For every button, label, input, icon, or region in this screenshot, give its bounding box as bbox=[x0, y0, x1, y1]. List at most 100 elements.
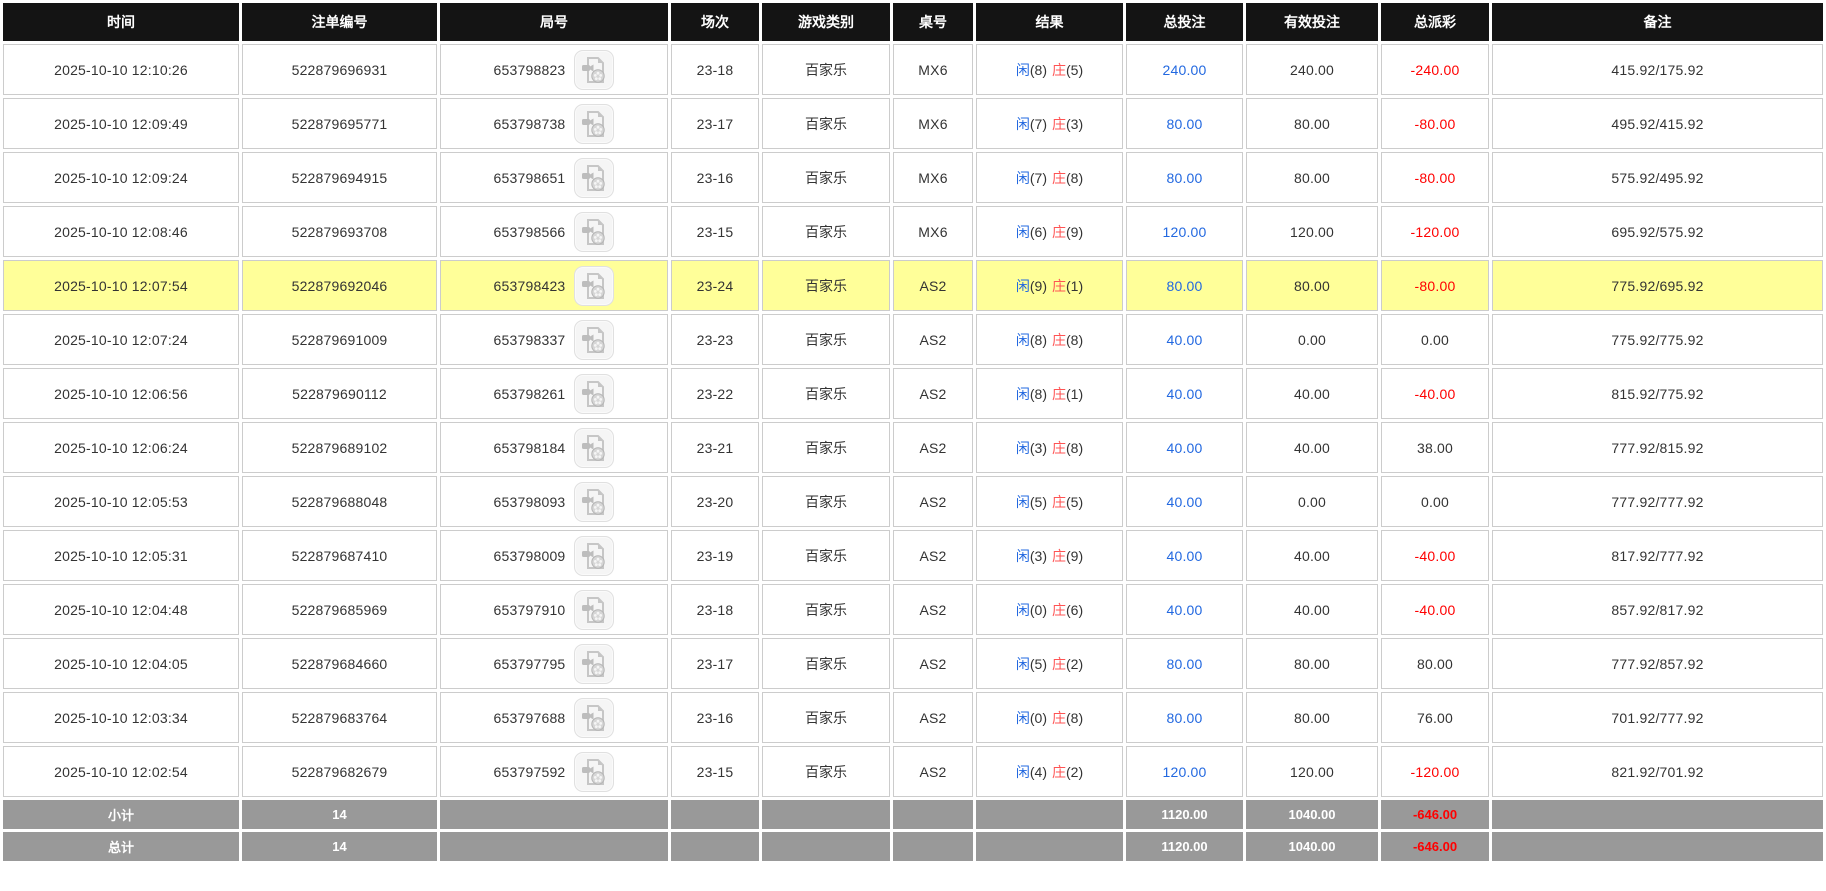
payout-cell: 0.00 bbox=[1381, 314, 1489, 365]
player-score: (0) bbox=[1029, 709, 1047, 726]
player-label: 闲 bbox=[1015, 385, 1030, 402]
video-button[interactable] bbox=[574, 373, 615, 414]
bet-time-cell: 2025-10-10 12:08:46 bbox=[3, 206, 239, 257]
banker-label: 庄 bbox=[1052, 763, 1066, 780]
remark-cell: 415.92/175.92 bbox=[1492, 44, 1823, 95]
valid-bet-cell: 240.00 bbox=[1246, 44, 1378, 95]
table-id-cell: MX6 bbox=[893, 44, 973, 95]
game-type-cell: 百家乐 bbox=[762, 368, 890, 419]
table-id-cell: AS2 bbox=[893, 692, 973, 743]
table-row[interactable]: 2025-10-10 12:06:56 522879690112 6537982… bbox=[3, 368, 1823, 419]
remark-cell: 575.92/495.92 bbox=[1492, 152, 1823, 203]
player-score: (5) bbox=[1029, 493, 1047, 510]
round-id-cell: 653798738 bbox=[440, 98, 668, 149]
table-row[interactable]: 2025-10-10 12:05:31 522879687410 6537980… bbox=[3, 530, 1823, 581]
table-row[interactable]: 2025-10-10 12:08:46 522879693708 6537985… bbox=[3, 206, 1823, 257]
col-header-session: 场次 bbox=[671, 3, 759, 41]
banker-score: (2) bbox=[1066, 763, 1084, 780]
player-label: 闲 bbox=[1015, 439, 1030, 456]
bet-id-cell: 522879693708 bbox=[242, 206, 437, 257]
table-row[interactable]: 2025-10-10 12:02:54 522879682679 6537975… bbox=[3, 746, 1823, 797]
round-id-cell: 653797910 bbox=[440, 584, 668, 635]
valid-bet-cell: 80.00 bbox=[1246, 260, 1378, 311]
result-cell: 闲(4) 庄(2) bbox=[976, 746, 1123, 797]
video-button[interactable] bbox=[574, 211, 615, 252]
payout-cell: 38.00 bbox=[1381, 422, 1489, 473]
banker-score: (8) bbox=[1066, 331, 1084, 348]
video-button[interactable] bbox=[574, 643, 615, 684]
bet-id-cell: 522879688048 bbox=[242, 476, 437, 527]
session-cell: 23-15 bbox=[671, 746, 759, 797]
table-row[interactable]: 2025-10-10 12:07:54 522879692046 6537984… bbox=[3, 260, 1823, 311]
session-cell: 23-22 bbox=[671, 368, 759, 419]
round-id: 653798261 bbox=[493, 385, 566, 402]
bet-time-cell: 2025-10-10 12:07:54 bbox=[3, 260, 239, 311]
header-row: 时间 注单编号 局号 场次 游戏类别 桌号 结果 总投注 有效投注 总派彩 备注 bbox=[3, 3, 1823, 41]
result-cell: 闲(0) 庄(6) bbox=[976, 584, 1123, 635]
total-bet-cell: 40.00 bbox=[1126, 530, 1243, 581]
player-label: 闲 bbox=[1015, 709, 1030, 726]
player-score: (8) bbox=[1029, 385, 1047, 402]
banker-score: (9) bbox=[1066, 547, 1084, 564]
table-row[interactable]: 2025-10-10 12:09:24 522879694915 6537986… bbox=[3, 152, 1823, 203]
table-row[interactable]: 2025-10-10 12:03:34 522879683764 6537976… bbox=[3, 692, 1823, 743]
video-record-icon bbox=[582, 758, 606, 785]
table-row[interactable]: 2025-10-10 12:06:24 522879689102 6537981… bbox=[3, 422, 1823, 473]
round-id: 653797910 bbox=[493, 601, 566, 618]
valid-bet-cell: 40.00 bbox=[1246, 422, 1378, 473]
game-type-cell: 百家乐 bbox=[762, 638, 890, 689]
valid-bet-cell: 120.00 bbox=[1246, 206, 1378, 257]
video-button[interactable] bbox=[574, 427, 615, 468]
table-row[interactable]: 2025-10-10 12:05:53 522879688048 6537980… bbox=[3, 476, 1823, 527]
round-id: 653797688 bbox=[493, 709, 566, 726]
total-bet-cell: 80.00 bbox=[1126, 638, 1243, 689]
total-bet-cell: 80.00 bbox=[1126, 98, 1243, 149]
player-label: 闲 bbox=[1015, 601, 1030, 618]
round-id: 653798093 bbox=[493, 493, 566, 510]
video-button[interactable] bbox=[574, 49, 615, 90]
grand-total-valid-bet: 1040.00 bbox=[1246, 832, 1378, 861]
bet-time-cell: 2025-10-10 12:06:56 bbox=[3, 368, 239, 419]
col-header-time: 时间 bbox=[3, 3, 239, 41]
bet-id-cell: 522879683764 bbox=[242, 692, 437, 743]
round-id: 653798009 bbox=[493, 547, 566, 564]
payout-cell: -240.00 bbox=[1381, 44, 1489, 95]
grand-total-total-bet: 1120.00 bbox=[1126, 832, 1243, 861]
player-score: (0) bbox=[1029, 601, 1047, 618]
video-button[interactable] bbox=[574, 103, 615, 144]
table-row[interactable]: 2025-10-10 12:04:05 522879684660 6537977… bbox=[3, 638, 1823, 689]
table-row[interactable]: 2025-10-10 12:04:48 522879685969 6537979… bbox=[3, 584, 1823, 635]
video-record-icon bbox=[582, 218, 606, 245]
table-row[interactable]: 2025-10-10 12:09:49 522879695771 6537987… bbox=[3, 98, 1823, 149]
video-button[interactable] bbox=[574, 535, 615, 576]
table-id-cell: AS2 bbox=[893, 746, 973, 797]
table-row[interactable]: 2025-10-10 12:07:24 522879691009 6537983… bbox=[3, 314, 1823, 365]
video-button[interactable] bbox=[574, 589, 615, 630]
player-score: (6) bbox=[1029, 223, 1047, 240]
table-id-cell: MX6 bbox=[893, 98, 973, 149]
banker-score: (1) bbox=[1066, 277, 1084, 294]
round-id-cell: 653797795 bbox=[440, 638, 668, 689]
summary-empty-cell bbox=[893, 800, 973, 829]
table-row[interactable]: 2025-10-10 12:10:26 522879696931 6537988… bbox=[3, 44, 1823, 95]
video-button[interactable] bbox=[574, 265, 615, 306]
video-button[interactable] bbox=[574, 751, 615, 792]
round-id-cell: 653798337 bbox=[440, 314, 668, 365]
total-bet-cell: 40.00 bbox=[1126, 422, 1243, 473]
summary-empty-cell bbox=[671, 832, 759, 861]
summary-empty-cell bbox=[1492, 800, 1823, 829]
total-bet-cell: 40.00 bbox=[1126, 368, 1243, 419]
valid-bet-cell: 40.00 bbox=[1246, 368, 1378, 419]
valid-bet-cell: 80.00 bbox=[1246, 152, 1378, 203]
video-button[interactable] bbox=[574, 697, 615, 738]
video-button[interactable] bbox=[574, 157, 615, 198]
result-cell: 闲(7) 庄(8) bbox=[976, 152, 1123, 203]
bet-id-cell: 522879685969 bbox=[242, 584, 437, 635]
total-bet-cell: 120.00 bbox=[1126, 746, 1243, 797]
session-cell: 23-18 bbox=[671, 44, 759, 95]
video-button[interactable] bbox=[574, 319, 615, 360]
video-button[interactable] bbox=[574, 481, 615, 522]
game-type-cell: 百家乐 bbox=[762, 530, 890, 581]
table-id-cell: AS2 bbox=[893, 584, 973, 635]
valid-bet-cell: 80.00 bbox=[1246, 98, 1378, 149]
